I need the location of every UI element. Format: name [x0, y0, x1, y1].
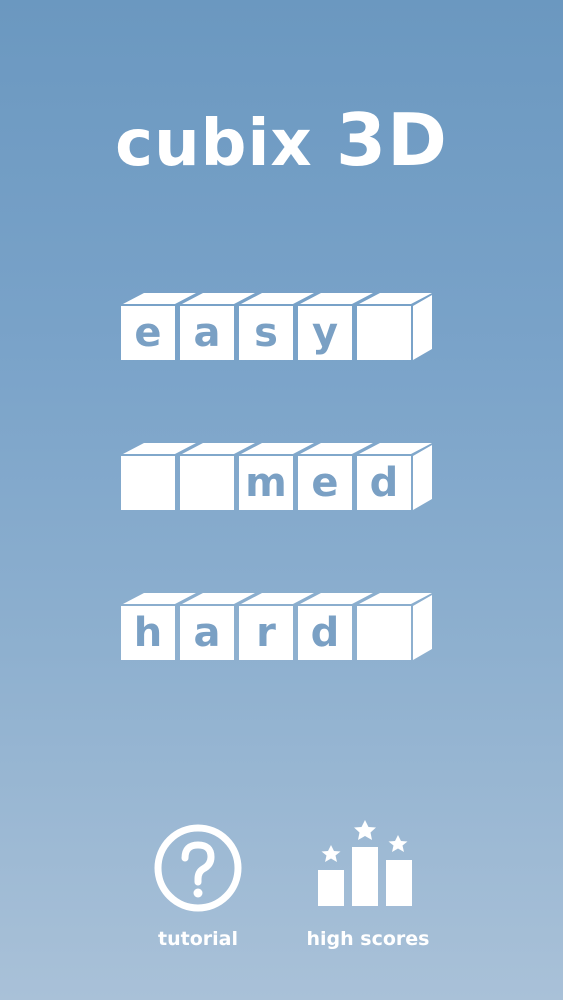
- cube-side-face: [413, 445, 432, 510]
- med-tile-4: e: [311, 460, 339, 506]
- easy-tile-4: y: [311, 310, 339, 356]
- game-title: cubix 3D: [0, 98, 563, 182]
- title-word: cubix: [115, 107, 313, 181]
- hard-tile-3: r: [256, 610, 276, 656]
- cube-top-face: [182, 593, 255, 604]
- cube-top-face: [300, 593, 373, 604]
- cube-side-face: [413, 595, 432, 660]
- cube-top-face: [182, 443, 255, 454]
- title-suffix: 3D: [335, 98, 448, 182]
- hard-tile-4: d: [310, 610, 340, 656]
- cube-top-face: [123, 293, 196, 304]
- question-circle-icon: [154, 824, 242, 912]
- hard-tile-5: [357, 606, 411, 660]
- tutorial-label: tutorial: [158, 928, 238, 950]
- med-button[interactable]: m e d: [121, 442, 451, 522]
- hard-tile-1: h: [133, 610, 163, 656]
- cube-top-face: [123, 443, 196, 454]
- med-tile-3: m: [245, 460, 287, 506]
- cube-top-face: [300, 293, 373, 304]
- cube-side-face: [413, 295, 432, 360]
- easy-tile-2: a: [193, 310, 221, 356]
- cube-top-face: [241, 293, 314, 304]
- med-tile-2: [180, 456, 234, 510]
- hard-tile-2: a: [193, 610, 221, 656]
- tutorial-button[interactable]: tutorial: [128, 820, 268, 960]
- easy-tile-1: e: [134, 310, 162, 356]
- med-tile-1: [121, 456, 175, 510]
- cube-top-face: [182, 293, 255, 304]
- podium-stars-icon: [318, 820, 412, 906]
- hard-button[interactable]: h a r d: [121, 592, 451, 672]
- cube-top-face: [241, 593, 314, 604]
- easy-tile-3: s: [254, 310, 278, 356]
- cube-top-face: [241, 443, 314, 454]
- cube-top-face: [300, 443, 373, 454]
- easy-button[interactable]: e a s y: [121, 292, 451, 372]
- easy-tile-5: [357, 306, 411, 360]
- cube-top-face: [123, 593, 196, 604]
- high-scores-label: high scores: [306, 928, 430, 950]
- high-scores-button[interactable]: high scores: [298, 820, 438, 960]
- med-tile-5: d: [369, 460, 399, 506]
